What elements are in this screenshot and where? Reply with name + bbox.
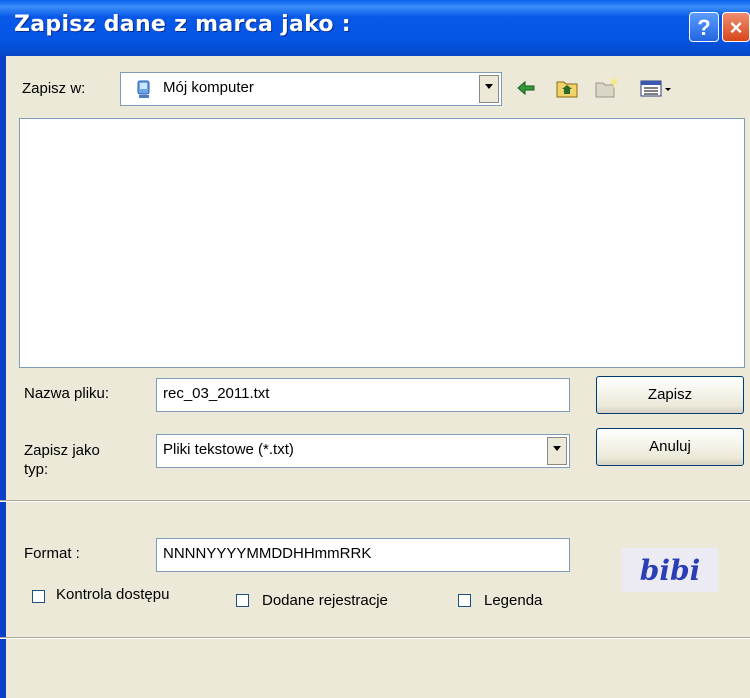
- filetype-combo[interactable]: Pliki tekstowe (*.txt): [156, 434, 570, 468]
- filetype-label: Zapisz jako typ:: [24, 441, 100, 479]
- access-control-checkbox[interactable]: [32, 590, 45, 603]
- filename-label: Nazwa pliku:: [24, 385, 110, 402]
- location-value: Mój komputer: [163, 79, 254, 96]
- save-button[interactable]: Zapisz: [596, 376, 744, 414]
- back-arrow-icon[interactable]: [516, 80, 536, 96]
- format-label: Format :: [24, 545, 80, 562]
- location-label: Zapisz w:: [22, 80, 86, 97]
- filetype-value: Pliki tekstowe (*.txt): [163, 441, 294, 458]
- computer-icon: [137, 80, 150, 98]
- chevron-down-icon[interactable]: [547, 437, 567, 465]
- filename-input[interactable]: rec_03_2011.txt: [156, 378, 570, 412]
- window-title: Zapisz dane z marca jako :: [14, 12, 351, 37]
- bibi-logo: bibi: [622, 548, 718, 592]
- file-list[interactable]: [19, 118, 745, 368]
- close-button[interactable]: ×: [722, 12, 750, 42]
- added-registrations-label: Dodane rejestracje: [262, 592, 388, 609]
- location-combo[interactable]: Mój komputer: [120, 72, 502, 106]
- up-folder-icon[interactable]: [556, 78, 578, 98]
- format-input[interactable]: NNNNYYYYMMDDHHmmRRK: [156, 538, 570, 572]
- window-border: [0, 56, 6, 698]
- chevron-down-icon[interactable]: [479, 75, 499, 103]
- new-folder-icon[interactable]: [594, 74, 620, 98]
- title-bar[interactable]: Zapisz dane z marca jako : ? ×: [0, 0, 750, 56]
- added-registrations-checkbox[interactable]: [236, 594, 249, 607]
- save-dialog: Zapisz dane z marca jako : ? × Zapisz w:…: [0, 0, 750, 698]
- filetype-label-line2: typ:: [24, 461, 49, 478]
- access-control-label: Kontrola dostępu: [56, 586, 170, 603]
- cancel-button[interactable]: Anuluj: [596, 428, 744, 466]
- view-menu-icon[interactable]: [640, 80, 676, 98]
- separator: [0, 637, 750, 639]
- filetype-label-line1: Zapisz jako: [24, 442, 100, 459]
- legend-label: Legenda: [484, 592, 543, 609]
- svg-text:bibi: bibi: [640, 554, 700, 587]
- separator: [0, 500, 750, 502]
- legend-checkbox[interactable]: [458, 594, 471, 607]
- help-button[interactable]: ?: [689, 12, 719, 42]
